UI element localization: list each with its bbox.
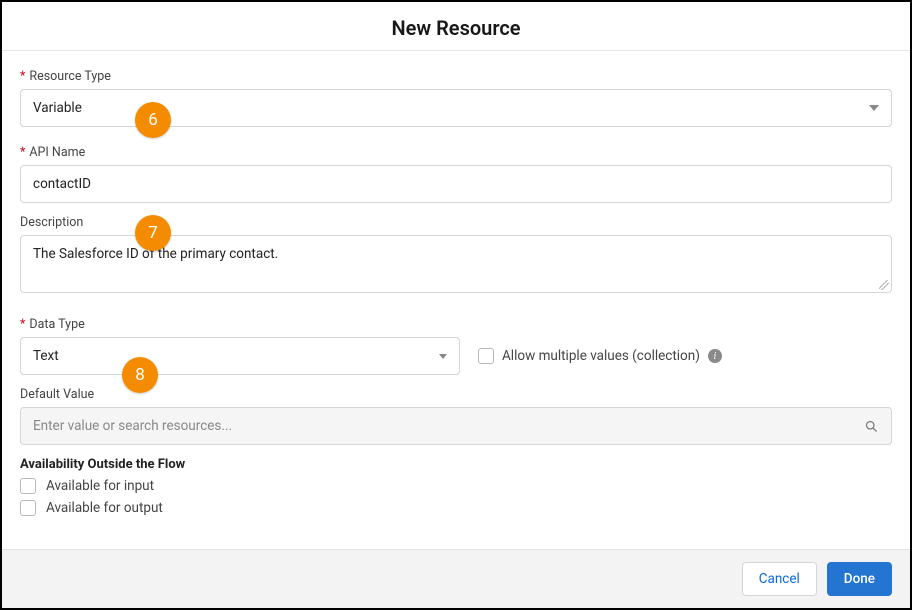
api-name-input[interactable]: contactID (20, 165, 892, 203)
allow-multiple-label: Allow multiple values (collection) (502, 348, 700, 364)
label-data-type: * Data Type (20, 317, 460, 332)
chevron-down-icon (869, 105, 879, 111)
resize-handle-icon[interactable] (879, 280, 889, 290)
available-for-output-checkbox[interactable] (20, 500, 36, 516)
label-resource-type: * Resource Type (20, 69, 892, 84)
search-icon (864, 419, 879, 434)
label-text: Default Value (20, 387, 94, 402)
allow-multiple-checkbox[interactable] (478, 348, 494, 364)
dialog-footer: Cancel Done (2, 549, 910, 608)
callout-badge-6: 6 (135, 102, 171, 138)
available-for-output-label: Available for output (46, 500, 163, 516)
label-text: Data Type (29, 317, 84, 332)
label-text: Resource Type (29, 69, 111, 84)
callout-badge-8: 8 (122, 357, 158, 393)
new-resource-dialog: New Resource * Resource Type Variable * … (0, 0, 912, 610)
required-star-icon: * (20, 145, 25, 160)
data-type-value: Text (33, 348, 59, 364)
dialog-title: New Resource (2, 2, 910, 50)
required-star-icon: * (20, 317, 25, 332)
api-name-value: contactID (33, 176, 91, 192)
required-star-icon: * (20, 69, 25, 84)
cancel-button[interactable]: Cancel (742, 562, 817, 596)
info-icon[interactable]: i (708, 349, 722, 363)
available-for-input-label: Available for input (46, 478, 154, 494)
resource-type-value: Variable (33, 100, 82, 116)
available-for-input-checkbox[interactable] (20, 478, 36, 494)
data-type-select[interactable]: Text (20, 337, 460, 375)
label-api-name: * API Name (20, 145, 892, 160)
done-button[interactable]: Done (827, 562, 892, 596)
label-text: Description (20, 215, 83, 230)
default-value-input[interactable]: Enter value or search resources... (20, 407, 892, 445)
chevron-down-icon (439, 354, 447, 359)
label-text: API Name (29, 145, 85, 160)
default-value-placeholder: Enter value or search resources... (33, 418, 232, 434)
availability-heading: Availability Outside the Flow (20, 457, 892, 472)
callout-badge-7: 7 (135, 215, 171, 251)
